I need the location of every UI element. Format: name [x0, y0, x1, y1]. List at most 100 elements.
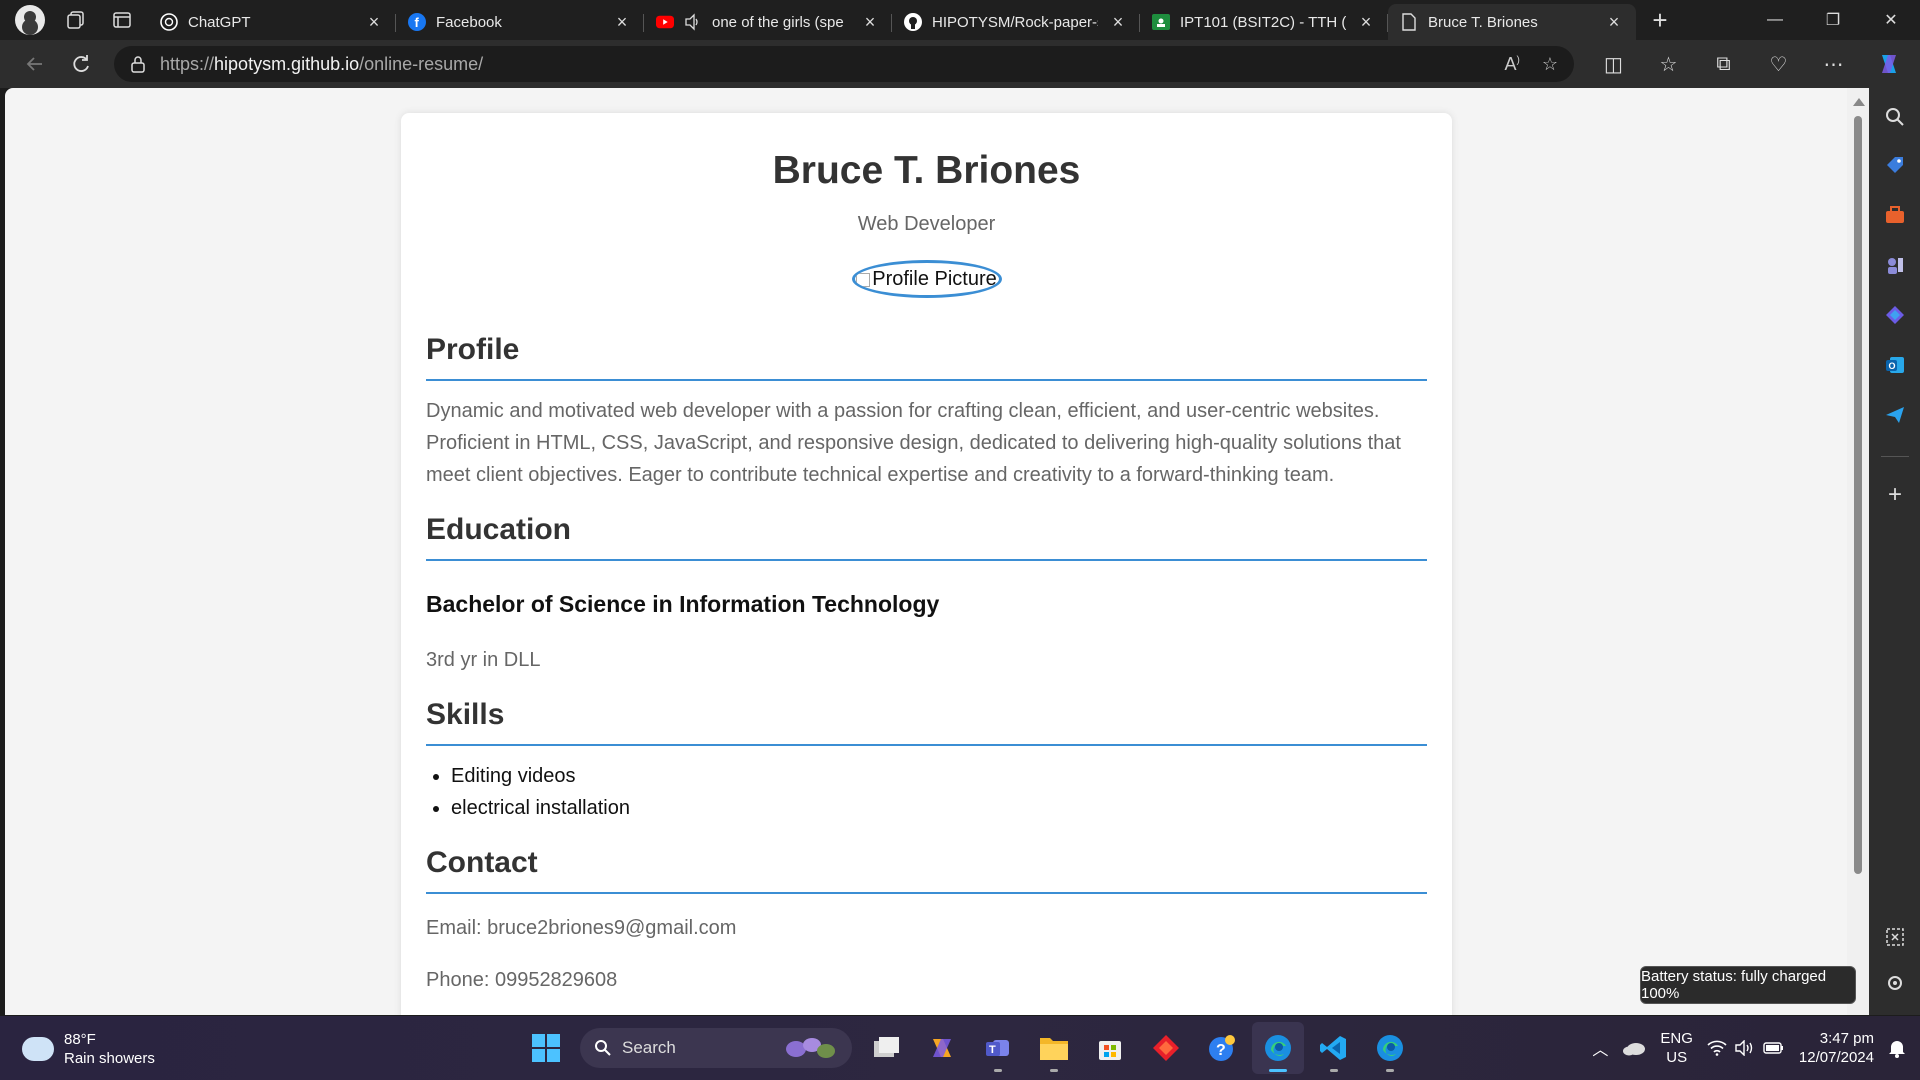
page-viewport[interactable]: Bruce T. Briones Web Developer Profile P… — [5, 88, 1847, 1015]
taskbar-vscode[interactable] — [1308, 1022, 1360, 1074]
copilot-button[interactable] — [1861, 44, 1916, 84]
close-tab-icon[interactable]: × — [364, 12, 384, 33]
taskbar-file-explorer[interactable] — [1028, 1022, 1080, 1074]
url-text[interactable]: https://hipotysm.github.io/online-resume… — [160, 54, 1491, 75]
browser-tab-bar: ChatGPT × f Facebook × one of the girls … — [0, 0, 1920, 40]
weather-description: Rain showers — [64, 1050, 155, 1067]
tab-youtube[interactable]: one of the girls (spe × — [644, 4, 892, 40]
windows-taskbar: 88°F Rain showers Search T ? ︿ ENG US 3:… — [0, 1016, 1920, 1080]
settings-more-button[interactable]: ⋯ — [1806, 44, 1861, 84]
collections-button[interactable]: ⧉ — [1696, 44, 1751, 84]
taskbar-edge-active[interactable] — [1252, 1022, 1304, 1074]
sidebar-settings-icon[interactable] — [1882, 970, 1908, 996]
back-button[interactable] — [12, 44, 58, 84]
close-tab-icon[interactable]: × — [1356, 12, 1376, 33]
sidebar-add-icon[interactable]: + — [1882, 481, 1908, 508]
vertical-scrollbar[interactable] — [1847, 88, 1869, 1015]
weather-widget[interactable]: 88°F Rain showers — [22, 1030, 155, 1068]
sidebar-screenshot-icon[interactable] — [1882, 924, 1908, 950]
weather-temperature: 88°F — [64, 1031, 96, 1048]
close-tab-icon[interactable]: × — [1108, 12, 1128, 33]
split-screen-button[interactable]: ◫ — [1586, 44, 1641, 84]
quick-settings-button[interactable] — [1707, 1040, 1785, 1056]
resume-name: Bruce T. Briones — [772, 149, 1081, 192]
taskbar-clock[interactable]: 3:47 pm 12/07/2024 — [1799, 1029, 1874, 1067]
tab-title: one of the girls (spe — [712, 13, 844, 31]
taskbar-microsoft-store[interactable] — [1084, 1022, 1136, 1074]
taskbar-task-view[interactable] — [860, 1022, 912, 1074]
svg-text:?: ? — [1216, 1042, 1226, 1059]
taskbar-red-diamond-app[interactable] — [1140, 1022, 1192, 1074]
workspaces-button[interactable] — [56, 2, 96, 38]
more-dots-icon: ⋯ — [1823, 53, 1844, 76]
system-tray: ︿ ENG US 3:47 pm 12/07/2024 — [1592, 1016, 1920, 1080]
taskbar-teams[interactable]: T — [972, 1022, 1024, 1074]
notification-bell-icon[interactable] — [1888, 1038, 1906, 1058]
taskbar-search-box[interactable]: Search — [580, 1028, 852, 1068]
tab-github[interactable]: HIPOTYSM/Rock-paper-s × — [892, 4, 1140, 40]
copilot-icon — [1881, 55, 1896, 73]
sidebar-telegram-send-icon[interactable] — [1882, 402, 1908, 428]
taskbar-edge-secondary[interactable] — [1364, 1022, 1416, 1074]
wifi-icon — [1707, 1040, 1727, 1056]
taskbar-get-help[interactable]: ? — [1196, 1022, 1248, 1074]
sidebar-outlook-icon[interactable]: O — [1882, 352, 1908, 378]
skill-item: Editing videos — [451, 760, 1427, 792]
running-indicator — [1050, 1069, 1058, 1072]
tab-classroom[interactable]: IPT101 (BSIT2C) - TTH (1( × — [1140, 4, 1388, 40]
minimize-window-button[interactable]: — — [1746, 0, 1804, 40]
favorite-star-icon[interactable]: ☆ — [1542, 54, 1558, 75]
close-tab-icon[interactable]: × — [1604, 12, 1624, 33]
region-code: US — [1666, 1049, 1688, 1066]
favorites-button[interactable]: ☆ — [1641, 44, 1696, 84]
search-highlight-lavender-icon — [786, 1038, 835, 1058]
chatgpt-icon — [160, 13, 178, 31]
task-view-icon — [874, 1037, 899, 1057]
tab-actions-button[interactable] — [102, 2, 142, 38]
tab-facebook[interactable]: f Facebook × — [396, 4, 644, 40]
browser-essentials-button[interactable]: ♡ — [1751, 44, 1806, 84]
sidebar-shopping-tag-icon[interactable] — [1882, 152, 1908, 178]
scrollbar-thumb[interactable] — [1854, 116, 1862, 874]
start-button[interactable] — [520, 1022, 572, 1074]
close-tab-icon[interactable]: × — [860, 12, 880, 33]
input-language-indicator[interactable]: ENG US — [1660, 1029, 1693, 1067]
facebook-icon: f — [408, 13, 426, 31]
url-host: hipotysm.github.io — [214, 53, 360, 74]
tab-title: Facebook — [436, 13, 502, 31]
profile-avatar-button[interactable] — [10, 2, 50, 38]
running-indicator — [1386, 1069, 1394, 1072]
url-path: /online-resume/ — [359, 53, 484, 74]
lock-icon[interactable] — [130, 55, 146, 73]
tab-chatgpt[interactable]: ChatGPT × — [148, 4, 396, 40]
read-aloud-icon[interactable]: A) — [1505, 54, 1520, 75]
refresh-button[interactable] — [58, 44, 104, 84]
degree-detail: 3rd yr in DLL — [426, 649, 541, 671]
address-bar[interactable]: https://hipotysm.github.io/online-resume… — [114, 46, 1574, 82]
sidebar-copilot-icon[interactable] — [1882, 302, 1908, 328]
new-tab-button[interactable]: + — [1640, 2, 1680, 38]
browser-toolbar: https://hipotysm.github.io/online-resume… — [0, 40, 1920, 88]
speaker-icon[interactable] — [684, 13, 702, 31]
taskbar-copilot[interactable] — [916, 1022, 968, 1074]
profile-picture-alt: Profile Picture — [872, 268, 997, 290]
sidebar-games-icon[interactable] — [1882, 252, 1908, 278]
restore-window-button[interactable]: ❐ — [1804, 0, 1862, 40]
onedrive-cloud-icon[interactable] — [1622, 1040, 1646, 1056]
tab-actions-icon — [113, 12, 131, 28]
sidebar-search-icon[interactable] — [1882, 104, 1908, 130]
broken-image-icon — [856, 272, 871, 287]
resume-card: Bruce T. Briones Web Developer Profile P… — [401, 113, 1452, 1015]
scroll-up-arrow-icon[interactable] — [1853, 98, 1865, 106]
split-screen-icon: ◫ — [1604, 53, 1623, 76]
tab-resume-active[interactable]: Bruce T. Briones × — [1388, 4, 1636, 40]
favorites-icon: ☆ — [1659, 53, 1678, 76]
heart-pulse-icon: ♡ — [1769, 53, 1788, 76]
profile-avatar-icon — [15, 5, 45, 35]
close-window-button[interactable]: ✕ — [1862, 0, 1920, 40]
contact-phone: Phone: 09952829608 — [426, 969, 618, 991]
show-hidden-icons-chevron-icon[interactable]: ︿ — [1592, 1036, 1608, 1060]
vscode-icon — [1320, 1036, 1346, 1060]
close-tab-icon[interactable]: × — [612, 12, 632, 33]
sidebar-tools-briefcase-icon[interactable] — [1882, 202, 1908, 228]
